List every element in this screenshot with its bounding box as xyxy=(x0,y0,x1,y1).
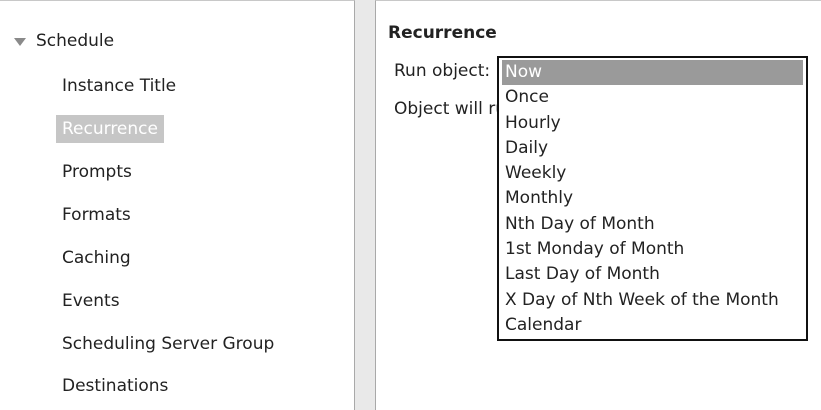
tree-node-schedule-label: Schedule xyxy=(36,31,115,51)
option-calendar[interactable]: Calendar xyxy=(502,313,803,338)
nav-item-instance-title[interactable]: Instance Title xyxy=(56,72,182,100)
option-1st-monday-of-month[interactable]: 1st Monday of Month xyxy=(502,237,803,262)
section-title: Recurrence xyxy=(388,23,497,43)
nav-item-scheduling-server-group[interactable]: Scheduling Server Group xyxy=(56,330,280,358)
expand-arrow-icon[interactable] xyxy=(14,38,26,46)
nav-item-destinations[interactable]: Destinations xyxy=(56,372,174,400)
option-weekly[interactable]: Weekly xyxy=(502,161,803,186)
nav-item-recurrence[interactable]: Recurrence xyxy=(56,115,164,143)
option-daily[interactable]: Daily xyxy=(502,136,803,161)
option-monthly[interactable]: Monthly xyxy=(502,186,803,211)
nav-item-formats[interactable]: Formats xyxy=(56,201,137,229)
nav-item-caching[interactable]: Caching xyxy=(56,244,137,272)
option-now[interactable]: Now xyxy=(502,60,803,86)
schedule-nav-panel: Schedule Instance Title Recurrence Promp… xyxy=(0,0,355,410)
object-will-run-label: Object will run xyxy=(394,99,504,119)
option-nth-day-of-month[interactable]: Nth Day of Month xyxy=(502,212,803,237)
recurrence-panel: Recurrence Run object: Object will run N… xyxy=(375,0,821,410)
run-object-label: Run object: xyxy=(394,61,491,81)
option-x-day-of-nth-week[interactable]: X Day of Nth Week of the Month xyxy=(502,288,803,313)
option-last-day-of-month[interactable]: Last Day of Month xyxy=(502,262,803,287)
option-once[interactable]: Once xyxy=(502,85,803,110)
run-object-dropdown-list[interactable]: Now Once Hourly Daily Weekly Monthly Nth… xyxy=(497,56,808,341)
nav-item-events[interactable]: Events xyxy=(56,287,126,315)
nav-item-prompts[interactable]: Prompts xyxy=(56,158,138,186)
option-hourly[interactable]: Hourly xyxy=(502,111,803,136)
tree-node-schedule[interactable]: Schedule xyxy=(14,31,114,51)
panel-divider xyxy=(355,0,375,410)
